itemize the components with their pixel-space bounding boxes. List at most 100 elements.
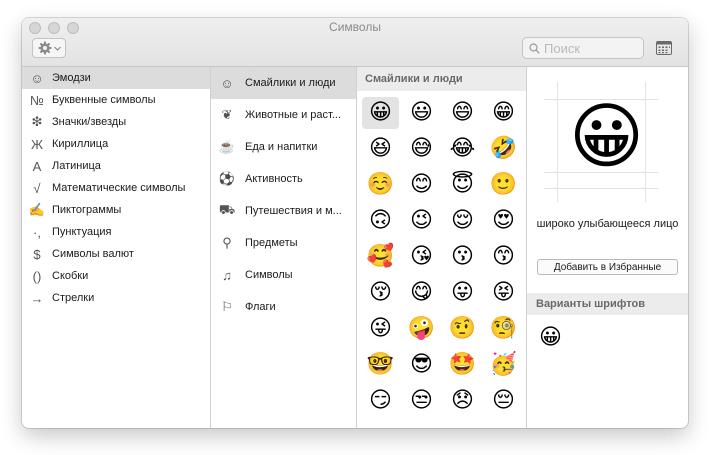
category-list: ☺ Эмодзи № Буквенные символы ❇ Значки/звезды Ж… <box>22 67 211 428</box>
emoji-panel: Смайлики и люди 😀 😃 😄 😁 😆 😅 😂 🤣 ☺️ 😊 😇 🙂 🙃 😉 😌 😍 🥰 😘 😗 😙 😚 😋 😛… <box>357 67 527 428</box>
subcategory-item[interactable]: ☕ Еда и напитки <box>211 131 356 163</box>
category-label: Кириллица <box>52 138 109 150</box>
emoji-preview: 😀 <box>544 82 659 202</box>
add-to-favorites-button[interactable]: Добавить в Избранные <box>537 259 678 275</box>
subcategory-item[interactable]: ☺ Смайлики и люди <box>211 67 356 99</box>
emoji-cell[interactable]: 😆 <box>362 133 399 165</box>
emoji-cell[interactable]: 😙 <box>485 241 522 273</box>
emoji-cell[interactable]: 😘 <box>403 241 440 273</box>
category-item[interactable]: ☺ Эмодзи <box>22 67 210 89</box>
category-item[interactable]: ❇ Значки/звезды <box>22 111 210 133</box>
emoji-cell[interactable]: 😏 <box>362 385 399 417</box>
emoji-cell[interactable]: 😜 <box>362 313 399 345</box>
emoji-cell[interactable]: 😂 <box>444 133 481 165</box>
gear-icon <box>38 41 51 55</box>
character-viewer-icon <box>656 41 672 55</box>
emoji-cell[interactable]: ☺️ <box>362 169 399 201</box>
emoji-cell[interactable]: 😞 <box>444 385 481 417</box>
emoji-cell[interactable]: 🥰 <box>362 241 399 273</box>
category-label: Буквенные символы <box>52 94 156 106</box>
emoji-cell[interactable]: 🙃 <box>362 205 399 237</box>
category-label: Стрелки <box>52 292 95 304</box>
font-variant-emoji[interactable]: 😀 <box>539 327 562 349</box>
window-title: Символы <box>329 20 381 34</box>
emoji-section-header: Смайлики и люди <box>357 67 526 91</box>
emoji-cell[interactable]: 😊 <box>403 169 440 201</box>
guide-line <box>544 188 659 189</box>
emoji-cell[interactable]: 🥳 <box>485 349 522 381</box>
emoji-cell[interactable]: 😍 <box>485 205 522 237</box>
emoji-cell[interactable]: 🤓 <box>362 349 399 381</box>
category-item[interactable]: () Скобки <box>22 265 210 287</box>
subcategory-icon: ⚲ <box>222 235 232 250</box>
category-item[interactable]: ·, Пунктуация <box>22 221 210 243</box>
category-item[interactable]: $ Символы валют <box>22 243 210 265</box>
emoji-cell[interactable]: 😃 <box>403 97 440 129</box>
subcategory-item[interactable]: ⚲ Предметы <box>211 227 356 259</box>
preview-emoji: 😀 <box>569 94 645 178</box>
emoji-cell[interactable]: 😉 <box>403 205 440 237</box>
emoji-cell[interactable]: 😔 <box>485 385 522 417</box>
subcategory-icon: ☺ <box>220 75 234 91</box>
chevron-down-icon <box>53 46 61 51</box>
emoji-cell[interactable]: 😝 <box>485 277 522 309</box>
emoji-grid: 😀 😃 😄 😁 😆 😅 😂 🤣 ☺️ 😊 😇 🙂 🙃 😉 😌 😍 🥰 😘 😗 😙 😚 😋 😛 😝 😜 🤪 🤨 🧐 🤓 😎 🤩 🥳 😏 😒 😞 😔 <box>357 91 526 419</box>
emoji-cell[interactable]: 😇 <box>444 169 481 201</box>
emoji-cell[interactable]: 😅 <box>403 133 440 165</box>
subcategory-label: Флаги <box>245 301 276 313</box>
search-input[interactable] <box>544 40 630 56</box>
emoji-cell[interactable]: 🤣 <box>485 133 522 165</box>
subcategory-item[interactable]: ⚐ Флаги <box>211 291 356 323</box>
title-bar: Символы <box>22 18 688 67</box>
subcategory-item[interactable]: ❦ Животные и раст... <box>211 99 356 131</box>
search-icon <box>529 42 540 54</box>
category-icon: ✍ <box>28 202 46 217</box>
action-menu-button[interactable] <box>32 38 66 58</box>
emoji-cell[interactable]: 😛 <box>444 277 481 309</box>
subcategory-item[interactable]: ♫ Символы <box>211 259 356 291</box>
character-name: широко улыбающееся лицо <box>536 218 679 230</box>
emoji-cell[interactable]: 😚 <box>362 277 399 309</box>
subcategory-icon: ♫ <box>222 267 232 283</box>
emoji-cell[interactable]: 🤨 <box>444 313 481 345</box>
toggle-view-button[interactable] <box>654 39 674 57</box>
emoji-cell[interactable]: 😋 <box>403 277 440 309</box>
guide-line <box>557 82 558 202</box>
emoji-cell[interactable]: 🤩 <box>444 349 481 381</box>
category-item[interactable]: Ж Кириллица <box>22 133 210 155</box>
category-icon: № <box>30 92 44 108</box>
category-item[interactable]: ✍ Пиктограммы <box>22 199 210 221</box>
font-variants-header: Варианты шрифтов <box>527 293 688 315</box>
category-item[interactable]: A Латиница <box>22 155 210 177</box>
category-icon: ☺ <box>30 70 44 86</box>
subcategory-list: ☺ Смайлики и люди ❦ Животные и раст... ☕ Еда … <box>211 67 357 428</box>
category-label: Скобки <box>52 270 89 282</box>
category-label: Математические символы <box>52 182 186 194</box>
category-icon: ·, <box>33 224 41 240</box>
character-viewer-window: Символы Поиск ☺ Эмодзи № Буквенные симво… <box>22 18 688 428</box>
category-icon: $ <box>33 246 41 262</box>
emoji-cell[interactable]: 🙂 <box>485 169 522 201</box>
subcategory-label: Символы <box>245 269 293 281</box>
emoji-cell[interactable]: 🤪 <box>403 313 440 345</box>
subcategory-item[interactable]: ⚽ Активность <box>211 163 356 195</box>
category-item[interactable]: √ Математические символы <box>22 177 210 199</box>
emoji-cell[interactable]: 😌 <box>444 205 481 237</box>
search-field[interactable] <box>522 37 644 59</box>
emoji-cell[interactable]: 😒 <box>403 385 440 417</box>
emoji-cell[interactable]: 😗 <box>444 241 481 273</box>
category-icon: √ <box>33 180 41 196</box>
emoji-cell[interactable]: 😄 <box>444 97 481 129</box>
subcategory-icon: ❦ <box>221 107 233 122</box>
category-item[interactable]: № Буквенные символы <box>22 89 210 111</box>
subcategory-label: Путешествия и м... <box>245 205 342 217</box>
category-label: Значки/звезды <box>52 116 127 128</box>
emoji-cell[interactable]: 😎 <box>403 349 440 381</box>
subcategory-label: Еда и напитки <box>245 141 318 153</box>
emoji-cell[interactable]: 🧐 <box>485 313 522 345</box>
emoji-cell[interactable]: 😁 <box>485 97 522 129</box>
emoji-cell[interactable]: 😀 <box>362 97 399 129</box>
category-item[interactable]: → Стрелки <box>22 287 210 309</box>
subcategory-item[interactable]: ⛟ Путешествия и м... <box>211 195 356 227</box>
detail-panel: 😀 широко улыбающееся лицо Добавить в Изб… <box>527 67 688 428</box>
